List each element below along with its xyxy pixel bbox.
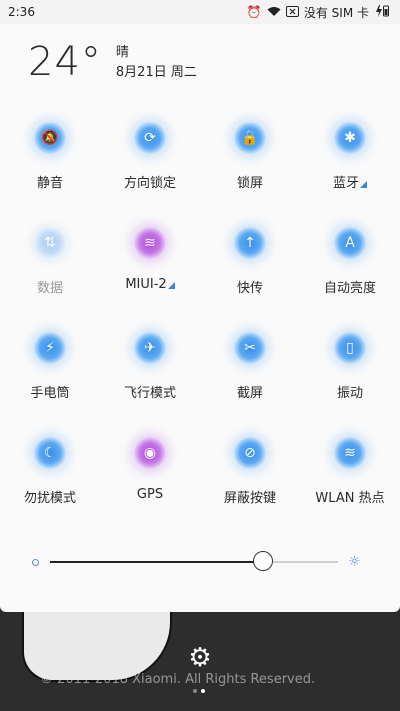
tile-label-text: 自动亮度 — [323, 281, 376, 296]
auto-brightness-icon: A — [334, 227, 366, 259]
tile-label-text: WLAN 热点 — [315, 491, 385, 506]
flashlight-icon: ⚡ — [34, 332, 66, 364]
tile-label: 屏蔽按键 — [224, 487, 276, 506]
block-keys-icon: ⊘ — [234, 437, 266, 469]
tile-label-text: 振动 — [336, 386, 363, 401]
brightness-low-icon — [32, 558, 39, 566]
tile-label-text: 静音 — [36, 176, 63, 191]
status-icons: ⏰ 没有 SIM 卡 — [247, 4, 390, 21]
tile-hotspot[interactable]: ≋ WLAN 热点 — [300, 437, 400, 542]
status-bar: 2:36 ⏰ 没有 SIM 卡 — [0, 0, 400, 24]
brightness-fill — [50, 561, 264, 563]
tile-label: MIUI-2 — [125, 277, 175, 292]
hotspot-icon: ≋ — [334, 437, 366, 469]
submenu-indicator-icon — [167, 282, 175, 289]
tile-label: 锁屏 — [237, 172, 263, 191]
tile-label-text: 飞行模式 — [123, 386, 176, 401]
charging-battery-icon — [374, 5, 390, 19]
lock-icon: 🔒 — [234, 122, 266, 154]
weather-condition: 晴 — [115, 45, 129, 60]
tile-screenshot[interactable]: ✂ 截屏 — [200, 332, 300, 437]
tile-label-text: GPS — [136, 487, 164, 502]
control-center-panel: 24° 晴 8月21日 周二 🔕 静音 ⟳ 方向锁定 🔒 锁屏 ✱ 蓝牙 ⇅ 数据 ≋ MIUI-2 ↑… — [0, 24, 400, 612]
wifi-icon — [267, 6, 281, 19]
tile-label: 振动 — [337, 382, 363, 401]
tile-vibrate[interactable]: ▯ 振动 — [300, 332, 400, 437]
tile-label: 数据 — [37, 277, 63, 296]
tile-label-text: 方向锁定 — [123, 176, 176, 191]
tile-label: 蓝牙 — [333, 172, 367, 191]
tile-airplane[interactable]: ✈ 飞行模式 — [100, 332, 200, 437]
tile-mute[interactable]: 🔕 静音 — [0, 122, 100, 227]
wallpaper-area: © 2011-2018 Xiaomi. All Rights Reserved.… — [0, 612, 400, 711]
date-label: 8月21日 周二 — [115, 65, 197, 80]
tile-flashlight[interactable]: ⚡ 手电筒 — [0, 332, 100, 437]
tile-label-text: 蓝牙 — [332, 176, 359, 191]
tile-data[interactable]: ⇅ 数据 — [0, 227, 100, 332]
page-dot — [193, 689, 197, 693]
tile-label: 手电筒 — [30, 382, 69, 401]
bell-off-icon: 🔕 — [34, 122, 66, 154]
tile-label-text: 屏蔽按键 — [223, 491, 276, 506]
tile-auto-brightness[interactable]: A 自动亮度 — [300, 227, 400, 332]
tile-quick-share[interactable]: ↑ 快传 — [200, 227, 300, 332]
tile-label-text: 勿扰模式 — [23, 491, 76, 506]
page-indicator — [193, 689, 205, 693]
brightness-track[interactable] — [50, 551, 338, 571]
page-dot — [201, 689, 205, 693]
submenu-indicator-icon — [360, 181, 367, 188]
tile-rotation-lock[interactable]: ⟳ 方向锁定 — [100, 122, 200, 227]
mobile-data-icon: ⇅ — [34, 227, 66, 259]
tile-label: 快传 — [237, 277, 263, 296]
tile-gps[interactable]: ◉ GPS — [100, 437, 200, 542]
brightness-thumb[interactable] — [253, 551, 274, 571]
bluetooth-icon: ✱ — [334, 122, 366, 154]
toggle-grid: 🔕 静音 ⟳ 方向锁定 🔒 锁屏 ✱ 蓝牙 ⇅ 数据 ≋ MIUI-2 ↑ 快传 A 自动亮度 ⚡ 手电筒 ✈ 飞行模… — [0, 122, 400, 542]
tile-label-text: 数据 — [36, 281, 63, 296]
tile-label-text: 截屏 — [236, 386, 263, 401]
scissors-icon: ✂ — [234, 332, 266, 364]
airplane-icon: ✈ — [134, 332, 166, 364]
tile-label-text: 锁屏 — [236, 176, 263, 191]
tile-wifi[interactable]: ≋ MIUI-2 — [100, 227, 200, 332]
tile-block-buttons[interactable]: ⊘ 屏蔽按键 — [200, 437, 300, 542]
alarm-icon: ⏰ — [246, 5, 262, 19]
tile-label: WLAN 热点 — [315, 487, 384, 506]
tile-label: 自动亮度 — [324, 277, 376, 296]
tile-label: 飞行模式 — [124, 382, 176, 401]
brightness-high-icon: ☼ — [348, 554, 361, 570]
location-icon: ◉ — [134, 437, 166, 469]
tile-label: 方向锁定 — [124, 172, 176, 191]
tile-label: 勿扰模式 — [24, 487, 76, 506]
wifi-icon: ≋ — [134, 227, 166, 259]
gear-icon[interactable]: ⚙ — [187, 645, 213, 671]
tile-label-text: MIUI-2 — [125, 277, 167, 292]
wallpaper-text: © 2011-2018 Xiaomi. All Rights Reserved. — [40, 672, 316, 687]
tile-label-text: 手电筒 — [30, 386, 70, 401]
vibrate-icon: ▯ — [334, 332, 366, 364]
moon-icon: ☾ — [34, 437, 66, 469]
temperature: 24° — [28, 39, 102, 85]
weather-widget[interactable]: 24° 晴 8月21日 周二 — [28, 40, 197, 84]
tile-dnd[interactable]: ☾ 勿扰模式 — [0, 437, 100, 542]
carrier-status: 没有 SIM 卡 — [303, 5, 369, 20]
status-time: 2:36 — [8, 5, 35, 19]
tile-lock-screen[interactable]: 🔒 锁屏 — [200, 122, 300, 227]
upload-icon: ↑ — [234, 227, 266, 259]
rotation-lock-icon: ⟳ — [134, 122, 166, 154]
brightness-slider[interactable]: ☼ — [32, 551, 370, 573]
tile-label: 截屏 — [237, 382, 263, 401]
tile-label: 静音 — [37, 172, 63, 191]
tile-label-text: 快传 — [236, 281, 263, 296]
no-sim-icon — [285, 5, 299, 19]
tile-bluetooth[interactable]: ✱ 蓝牙 — [300, 122, 400, 227]
tile-label: GPS — [137, 487, 163, 502]
